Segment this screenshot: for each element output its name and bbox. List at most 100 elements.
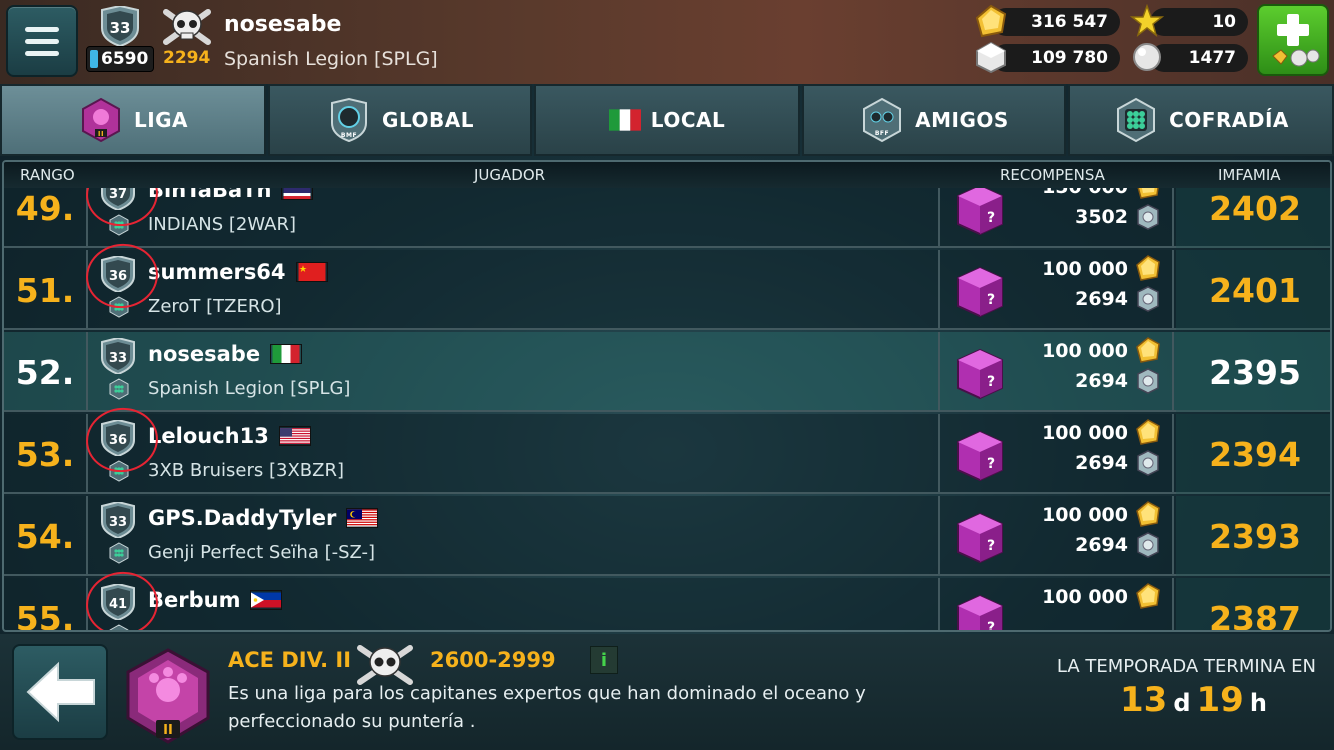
mystery-chest-icon: ?	[957, 348, 1003, 400]
row-infamy: 2393	[1176, 496, 1330, 576]
column-reward: RECOMPENSA	[1000, 166, 1105, 184]
player-level: 33	[110, 19, 131, 37]
italy-flag-icon	[270, 344, 303, 364]
svg-text:?: ?	[987, 374, 995, 390]
plus-icon	[1272, 14, 1320, 67]
row-player-name[interactable]: GPS.DaddyTyler	[148, 506, 379, 530]
league-info-footer: II ACE DIV. II 2600-2999 i Es una liga p…	[0, 634, 1334, 750]
tab-amigos[interactable]: BFF AMIGOS	[802, 84, 1066, 156]
league-badge-icon: II	[81, 97, 120, 143]
table-row[interactable]: 53. 36 Lelouch13 3XB Bruisers [3XBZR] ? …	[4, 403, 1330, 494]
table-row[interactable]: 51. 36 summers64 ZeroT [TZERO] ? 100 000	[4, 239, 1330, 330]
row-guild-name: Genji Perfect Seïha [-SZ-]	[148, 542, 376, 563]
row-player-name[interactable]: BinTaBaTh	[148, 188, 314, 202]
pearls-counter: 1477	[1150, 44, 1248, 72]
menu-icon-line	[25, 26, 59, 32]
tab-global[interactable]: BMF GLOBAL	[268, 84, 532, 156]
steel-counter: 109 780	[992, 44, 1120, 72]
gold-icon	[1136, 419, 1160, 445]
trophy-shield-icon	[1137, 204, 1159, 230]
row-points-reward: 2694	[1075, 452, 1128, 474]
row-reward: ? 100 000 2694	[938, 496, 1174, 576]
top-bar: 33 6590 2294 nosesabe Spanish Legion [SP…	[0, 0, 1334, 84]
column-player: JUGADOR	[474, 166, 546, 184]
tab-label: LIGA	[133, 108, 189, 132]
steel-value: 109 780	[1031, 48, 1108, 68]
season-countdown: 13 d 19 h	[1120, 680, 1273, 720]
svg-text:?: ?	[987, 538, 995, 554]
mystery-chest-icon: ?	[957, 188, 1003, 236]
league-badge-numeral: II	[163, 723, 173, 738]
leaderboard-rows[interactable]: 49. 37 BinTaBaTh INDIANS [2WAR] ? 150 00…	[4, 188, 1330, 630]
globe-shield-icon: BMF	[331, 97, 368, 143]
row-gold-reward: 100 000	[1042, 340, 1128, 362]
leaderboard-table: RANGO JUGADOR RECOMPENSA IMFAMIA 49. 37 …	[2, 160, 1332, 632]
row-player-name[interactable]: Berbum	[148, 588, 283, 612]
mystery-chest-icon: ?	[957, 266, 1003, 318]
info-button[interactable]: i	[590, 646, 618, 674]
xp-counter: 6590	[86, 46, 154, 72]
row-reward: ? 100 000 2694	[938, 250, 1174, 330]
pearl-icon	[1133, 43, 1161, 71]
thailand-flag-icon	[281, 188, 314, 200]
row-level: 33	[109, 515, 127, 530]
table-row[interactable]: 49. 37 BinTaBaTh INDIANS [2WAR] ? 150 00…	[4, 188, 1330, 248]
back-button[interactable]	[12, 644, 108, 740]
svg-text:?: ?	[987, 456, 995, 472]
guild-emblem-icon	[109, 378, 129, 400]
table-row[interactable]: 52. 33 nosesabe Spanish Legion [SPLG] ? …	[4, 332, 1330, 412]
menu-button[interactable]	[6, 5, 78, 77]
italy-flag-icon	[608, 109, 641, 131]
tab-local[interactable]: LOCAL	[534, 84, 800, 156]
trophy-shield-icon	[1137, 368, 1159, 394]
usa-flag-icon	[278, 426, 311, 446]
gold-icon	[1137, 188, 1159, 199]
skull-crossbones-icon	[163, 9, 211, 45]
row-infamy: 2395	[1176, 332, 1330, 412]
trophy-shield-icon	[1137, 286, 1159, 312]
row-points-reward: 2694	[1075, 370, 1128, 392]
player-name-text: summers64	[148, 260, 286, 284]
gold-value: 316 547	[1031, 12, 1108, 32]
row-guild-name: Spanish Legion [SPLG]	[148, 378, 351, 399]
gold-icon	[1136, 337, 1160, 363]
countdown-days-unit: d	[1173, 689, 1191, 717]
gold-counter: 316 547	[992, 8, 1120, 36]
tab-label: LOCAL	[650, 108, 726, 132]
row-guild-name: INDIANS [2WAR]	[148, 214, 296, 235]
pearls-value: 1477	[1188, 48, 1236, 68]
mystery-chest-icon: ?	[957, 430, 1003, 482]
steel-icon	[976, 41, 1006, 74]
table-row[interactable]: 54. 33 GPS.DaddyTyler Genji Perfect Seïh…	[4, 496, 1330, 576]
row-reward: ? 100 000 2694	[938, 414, 1174, 494]
division-infamy-range: 2600-2999	[430, 648, 556, 672]
row-infamy: 2394	[1176, 414, 1330, 494]
tab-cofradia[interactable]: COFRADÍA	[1068, 84, 1334, 156]
row-rank: 55.	[4, 578, 88, 630]
league-badge-icon: II	[126, 648, 210, 744]
row-gold-reward: 150 000	[1042, 188, 1128, 198]
xp-bar-icon	[90, 50, 98, 68]
trophy-shield-icon	[1137, 450, 1159, 476]
row-player-name[interactable]: nosesabe	[148, 342, 303, 366]
level-shield-icon: 33	[101, 6, 139, 46]
menu-icon-line	[25, 50, 59, 56]
row-player-name[interactable]: summers64	[148, 260, 328, 284]
svg-text:II: II	[98, 130, 104, 138]
annotation-circle	[81, 567, 163, 630]
row-reward: ? 150 000 3502	[938, 188, 1174, 248]
division-title: ACE DIV. II	[228, 648, 352, 672]
table-row[interactable]: 55. 41 Berbum ? 100 000 2387	[4, 567, 1330, 630]
stars-counter: 10	[1150, 8, 1248, 36]
add-resources-button[interactable]	[1257, 4, 1329, 76]
season-end-label: LA TEMPORADA TERMINA EN	[1056, 656, 1316, 677]
row-player-name[interactable]: Lelouch13	[148, 424, 311, 448]
player-guild: Spanish Legion [SPLG]	[224, 48, 438, 70]
player-name-text: GPS.DaddyTyler	[148, 506, 337, 530]
philippines-flag-icon	[250, 590, 283, 610]
countdown-days: 13	[1120, 680, 1168, 720]
svg-text:?: ?	[987, 292, 995, 308]
player-name-text: nosesabe	[148, 342, 261, 366]
mystery-chest-icon: ?	[957, 512, 1003, 564]
tab-liga[interactable]: II LIGA	[0, 84, 266, 156]
